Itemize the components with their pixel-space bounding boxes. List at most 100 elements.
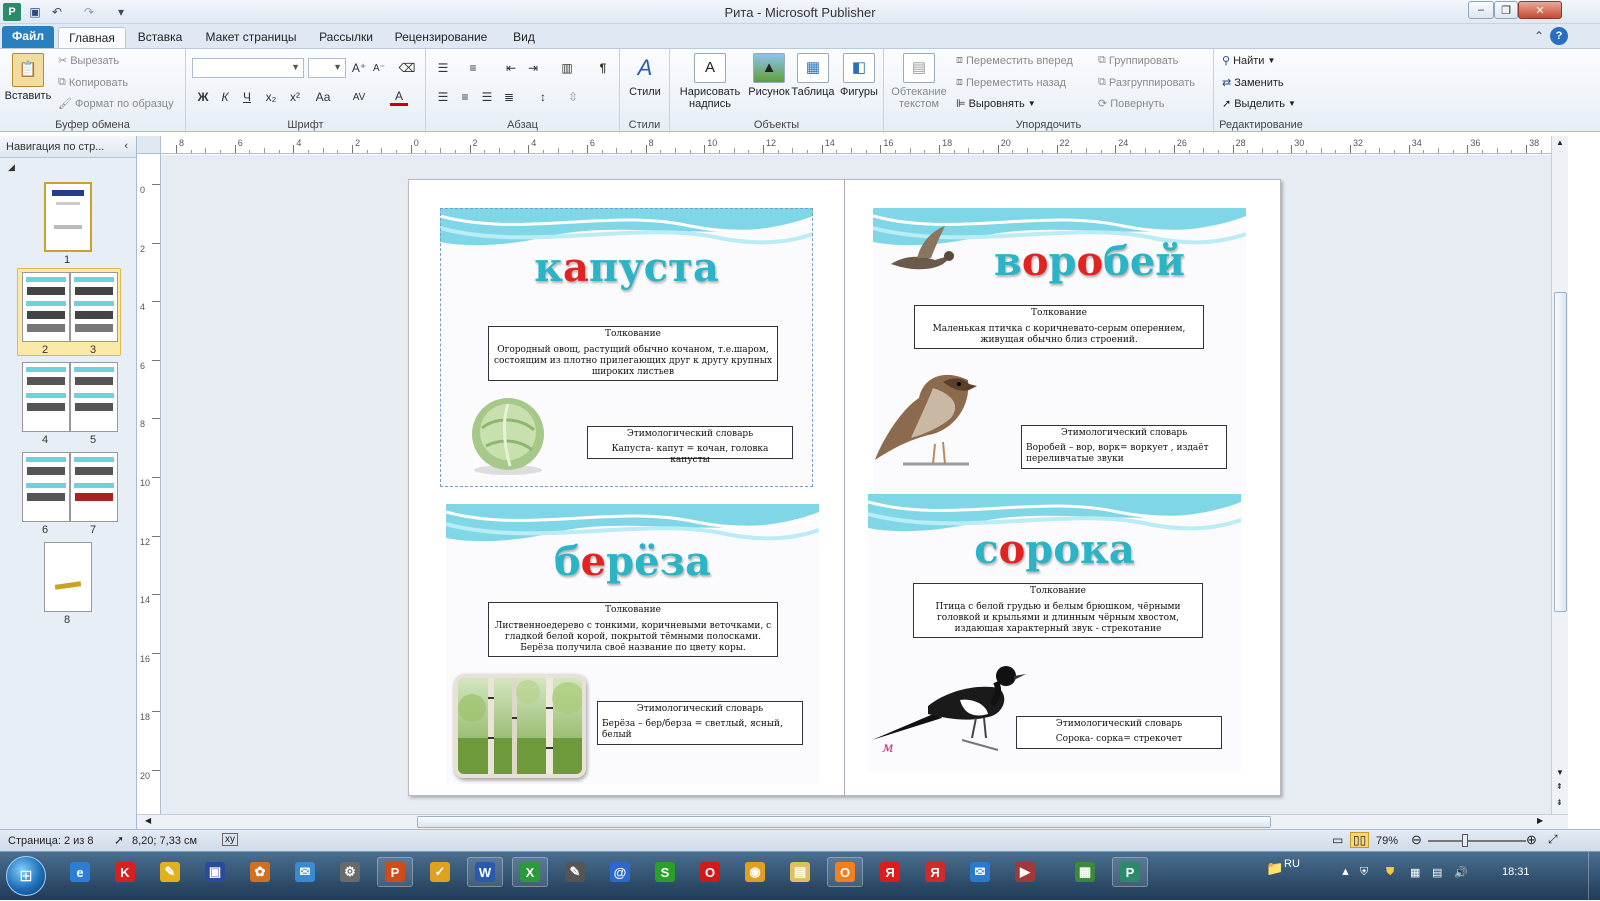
grow-font-icon[interactable]: A⁺ — [350, 59, 368, 77]
bring-forward-button[interactable]: ⧈ Переместить вперед — [956, 54, 1073, 67]
network-icon[interactable]: ⚙ — [332, 857, 368, 887]
word-card-soroka[interactable]: сорока Толкование Птица с белой грудью и… — [868, 494, 1241, 772]
tray-folder-icon[interactable]: 📁 — [1266, 860, 1283, 877]
format-painter-button[interactable]: 🖌 Формат по образцу — [58, 97, 174, 111]
underline-button[interactable]: Ч — [238, 88, 256, 106]
styles-button[interactable]: A Стили — [624, 53, 666, 99]
chrome-icon[interactable]: ◉ — [737, 857, 773, 887]
vertical-scrollbar[interactable]: ▲ ▼ ⇞ ⇟ — [1551, 136, 1568, 814]
tray-network-icon[interactable]: ▤ — [1432, 866, 1442, 879]
restore-icon[interactable]: ❐ — [1494, 1, 1518, 19]
tab-file[interactable]: Файл — [2, 26, 54, 48]
shrink-font-icon[interactable]: A⁻ — [370, 59, 388, 77]
kaspersky-icon[interactable]: K — [107, 857, 143, 887]
two-page-view-icon[interactable]: ▯▯ — [1350, 832, 1370, 848]
language-indicator[interactable]: RU — [1284, 858, 1300, 870]
clock[interactable]: 18:31 — [1502, 866, 1530, 878]
page-thumbnail-4[interactable] — [22, 362, 70, 432]
scroll-up-icon[interactable]: ▲ — [1556, 138, 1564, 147]
bold-button[interactable]: Ж — [194, 88, 212, 106]
birch-picture[interactable] — [454, 674, 586, 778]
scroll-right-icon[interactable]: ▶ — [1537, 816, 1543, 825]
ungroup-button[interactable]: ⧉ Разгруппировать — [1098, 76, 1195, 89]
select-button[interactable]: ➚ Выделить ▼ — [1222, 97, 1296, 111]
line-spacing-icon[interactable]: ↕ — [534, 88, 552, 106]
justify-icon[interactable]: ≣ — [500, 88, 518, 106]
clear-format-icon[interactable]: ⌫ — [398, 59, 416, 77]
zoom-in-icon[interactable]: ⊕ — [1526, 832, 1537, 848]
picture-button[interactable]: ▲ Рисунок — [746, 53, 792, 98]
tab-insert[interactable]: Вставка — [134, 27, 186, 48]
messenger-icon[interactable]: ✉ — [287, 857, 323, 887]
collapse-pane-icon[interactable]: ‹ — [124, 140, 128, 152]
help-icon[interactable]: ? — [1550, 27, 1568, 45]
explorer-icon[interactable]: ▤ — [782, 857, 818, 887]
skype-icon[interactable]: S — [647, 857, 683, 887]
fit-page-icon[interactable]: ⤢ — [1548, 832, 1558, 847]
yandex-icon[interactable]: Я — [872, 857, 908, 887]
minimize-icon[interactable]: – — [1468, 1, 1494, 19]
group-button[interactable]: ⧉ Группировать — [1098, 54, 1178, 67]
horizontal-ruler[interactable]: 8 6 4 2 0 2 4 6 8 10 12 14 16 18 20 22 24 26 28 30 32 34 36 38 — [161, 136, 1551, 154]
tab-review[interactable]: Рецензирование — [390, 27, 492, 48]
table-button[interactable]: ▦ Таблица — [790, 53, 836, 98]
show-formatting-button[interactable]: ¶ — [594, 59, 612, 77]
next-page-icon[interactable]: ⇟ — [1556, 798, 1563, 807]
tray-shield-icon[interactable]: ⛊ — [1386, 866, 1394, 879]
character-spacing-button[interactable]: AV — [348, 88, 370, 106]
save-icon[interactable]: ▣ — [197, 857, 233, 887]
send-backward-button[interactable]: ⧈ Переместить назад — [956, 76, 1066, 89]
page-thumbnail-2[interactable] — [22, 272, 70, 342]
tab-view[interactable]: Вид — [506, 27, 542, 48]
horizontal-scroll-thumb[interactable] — [417, 816, 1271, 828]
subscript-button[interactable]: x₂ — [262, 88, 280, 106]
italic-button[interactable]: К — [216, 88, 234, 106]
sparrow-picture[interactable] — [873, 368, 983, 480]
vertical-ruler[interactable]: 0 2 4 6 8 10 12 14 16 18 20 — [137, 154, 161, 814]
ok-icon[interactable]: О — [827, 857, 863, 887]
close-icon[interactable]: ✕ — [1518, 1, 1562, 19]
notes-icon[interactable]: ✓ — [422, 857, 458, 887]
draw-textbox-button[interactable]: A Нарисовать надпись — [674, 53, 746, 110]
copy-button[interactable]: ⧉ Копировать — [58, 76, 128, 89]
magpie-picture[interactable]: м — [868, 654, 1028, 762]
page-thumbnail-7[interactable] — [70, 452, 118, 522]
opera-icon[interactable]: O — [692, 857, 728, 887]
shapes-button[interactable]: ◧ Фигуры — [836, 53, 882, 98]
zoom-out-icon[interactable]: ⊖ — [1411, 832, 1422, 848]
zoom-level[interactable]: 79% — [1376, 835, 1398, 847]
mail-agent-icon[interactable]: ✉ — [962, 857, 998, 887]
bullets-icon[interactable]: ☰ — [434, 59, 452, 77]
scanner-icon[interactable]: ✎ — [557, 857, 593, 887]
zoom-slider[interactable] — [1428, 834, 1526, 847]
font-size-select[interactable]: ▼ — [308, 58, 346, 78]
tray-antivirus-icon[interactable]: ⛨ — [1360, 866, 1368, 879]
paste-button[interactable]: 📋 Вставить — [4, 53, 52, 102]
rotate-button[interactable]: ⟳ Повернуть — [1098, 97, 1165, 111]
increase-indent-icon[interactable]: ⇥ — [524, 59, 542, 77]
expand-icon[interactable]: ◢ — [8, 162, 15, 173]
tray-display-icon[interactable]: ▦ — [1410, 866, 1420, 879]
video-icon[interactable]: ▶ — [1007, 857, 1043, 887]
scroll-down-icon[interactable]: ▼ — [1556, 768, 1564, 777]
paragraph-spacing-icon[interactable]: ⇳ — [564, 88, 582, 106]
previous-page-icon[interactable]: ⇞ — [1556, 782, 1563, 791]
page-thumbnail-5[interactable] — [70, 362, 118, 432]
publisher-task-icon[interactable]: P — [377, 857, 413, 887]
zoom-slider-thumb[interactable] — [1462, 834, 1468, 847]
spreadsheet-icon[interactable]: ▦ — [1067, 857, 1103, 887]
superscript-button[interactable]: x² — [286, 88, 304, 106]
ie-icon[interactable]: e — [62, 857, 98, 887]
text-wrap-button[interactable]: ▤ Обтекание текстом — [888, 53, 950, 110]
word-card-vorobey[interactable]: воробей Толкование Маленькая птичка с ко… — [873, 208, 1246, 498]
word-card-beryoza[interactable]: берёза Толкование Лиственноедерево с тон… — [446, 504, 819, 784]
page-thumbnail-1[interactable] — [44, 182, 92, 252]
start-button-icon[interactable]: ⊞ — [6, 856, 46, 896]
decrease-indent-icon[interactable]: ⇤ — [502, 59, 520, 77]
page-indicator[interactable]: Страница: 2 из 8 — [8, 835, 94, 847]
paint-icon[interactable]: ✿ — [242, 857, 278, 887]
cut-button[interactable]: ✂ Вырезать — [58, 54, 119, 68]
align-button[interactable]: ⊫ Выровнять ▼ — [956, 97, 1036, 111]
excel-icon[interactable]: X — [512, 857, 548, 887]
change-case-button[interactable]: Аа — [312, 88, 334, 106]
